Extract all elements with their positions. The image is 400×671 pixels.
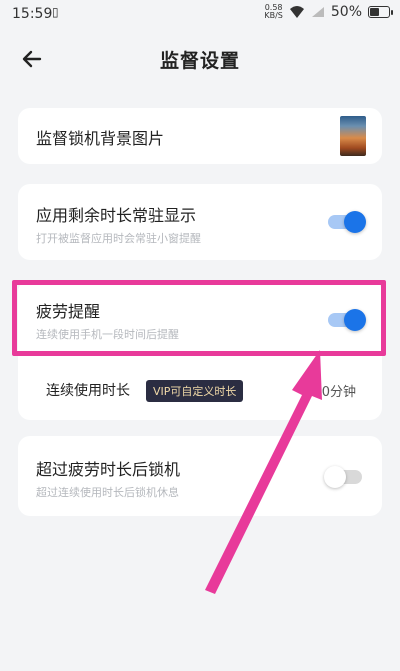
background-image-title: 监督锁机背景图片 [36,129,165,148]
app-remaining-time-toggle[interactable] [328,211,366,233]
battery-icon [368,6,393,18]
lock-after-fatigue-toggle[interactable] [324,466,362,488]
lock-after-fatigue-setting: 超过疲劳时长后锁机 超过连续使用时长后锁机休息 [18,436,382,516]
toggle-knob [324,466,346,488]
toggle-knob [344,309,366,331]
vibrate-icon: ▯ [52,5,59,19]
app-remaining-time-setting: 应用剩余时长常驻显示 打开被监督应用时会常驻小窗提醒 [18,184,382,260]
header: 监督设置 [0,36,400,84]
app-remaining-time-title: 应用剩余时长常驻显示 [36,206,197,225]
page-title: 监督设置 [159,50,240,72]
network-speed: 0.58 KB/S [264,4,283,20]
duration-value[interactable]: 30分钟 [313,381,356,400]
status-bar: 15:59 ▯ 0.58 KB/S 50% [0,0,400,30]
network-speed-unit: KB/S [264,11,283,20]
fatigue-reminder-title: 疲劳提醒 [36,302,101,321]
background-image-setting[interactable]: 监督锁机背景图片 [18,108,382,164]
vip-badge[interactable]: VIP可自定义时长 [146,380,244,402]
battery-percent: 50% [330,4,362,20]
signal-icon [311,6,325,18]
fatigue-reminder-toggle[interactable] [328,309,366,331]
lock-after-fatigue-title: 超过疲劳时长后锁机 [36,460,181,479]
fatigue-reminder-subtitle: 连续使用手机一段时间后提醒 [36,328,179,341]
status-time: 15:59 [12,6,53,22]
lock-after-fatigue-subtitle: 超过连续使用时长后锁机休息 [36,486,179,499]
app-remaining-time-subtitle: 打开被监督应用时会常驻小窗提醒 [36,232,201,245]
toggle-knob [344,211,366,233]
duration-label: 连续使用时长 [46,383,130,399]
fatigue-reminder-setting: 疲劳提醒 连续使用手机一段时间后提醒 连续使用时长 VIP可自定义时长 30分钟 [18,280,382,420]
background-image-thumbnail[interactable] [340,116,366,156]
wifi-icon [289,5,305,19]
battery-fill [370,8,379,16]
status-icons: 0.58 KB/S 50% [264,4,393,20]
